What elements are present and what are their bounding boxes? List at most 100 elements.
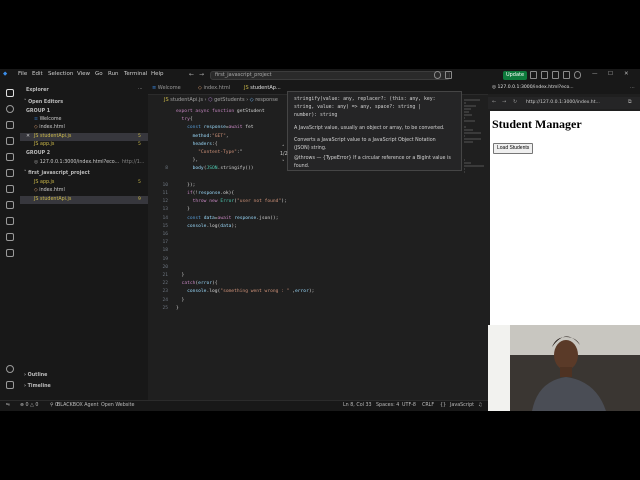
open-editor-welcome[interactable]: ≡ Welcome xyxy=(34,117,62,122)
forward-arrow-icon[interactable]: → xyxy=(199,71,204,78)
end-of-line[interactable]: CRLF xyxy=(422,403,434,408)
cursor-position[interactable]: Ln 8, Col 33 xyxy=(343,403,372,408)
source-control-icon[interactable] xyxy=(6,121,14,129)
indentation[interactable]: Spaces: 4 xyxy=(376,403,399,408)
chevron-up-icon[interactable]: ˄ xyxy=(282,145,285,151)
more-actions-icon[interactable]: ··· xyxy=(630,85,635,91)
settings-gear-icon[interactable] xyxy=(6,381,14,389)
chat-panel-icon[interactable] xyxy=(6,233,14,241)
outline-header[interactable]: › Outline xyxy=(24,373,47,378)
file-index-html[interactable]: ◇ index.html xyxy=(34,188,65,193)
open-editor-index-html[interactable]: ◇ index.html xyxy=(34,125,65,130)
forward-arrow-icon[interactable]: → xyxy=(502,99,506,105)
menu-view[interactable]: View xyxy=(77,71,90,77)
file-studentapi-js[interactable]: JS studentApi.js xyxy=(34,197,71,202)
line-number: 13 xyxy=(162,207,168,213)
menu-run[interactable]: Run xyxy=(108,71,119,77)
explorer-icon[interactable] xyxy=(6,89,14,97)
docker-icon[interactable] xyxy=(6,201,14,209)
open-editor-browser[interactable]: ◎ 127.0.0.1:3000/index.html?eco... xyxy=(34,160,119,165)
encoding[interactable]: UTF-8 xyxy=(402,403,416,408)
globe-icon: ◎ xyxy=(34,160,39,165)
project-folder-header[interactable]: ˅ first_javascript_project xyxy=(24,171,90,176)
html-file-icon: ◇ xyxy=(198,85,202,91)
warning-count: 0 xyxy=(35,403,39,408)
close-editor-icon[interactable]: ✕ xyxy=(26,134,30,139)
blackbox-icon[interactable] xyxy=(6,249,14,257)
toggle-secondary-sidebar-icon[interactable] xyxy=(552,71,559,79)
tab-index-html[interactable]: ◇ index.html xyxy=(198,85,230,91)
url-input[interactable]: http://127.0.0.1:3000/index.ht... xyxy=(526,100,600,105)
copilot-icon[interactable] xyxy=(434,71,441,79)
function-description: Converts a JavaScript value to a JavaScr… xyxy=(294,138,436,143)
remote-explorer-icon[interactable] xyxy=(6,169,14,177)
close-window-icon[interactable]: ✕ xyxy=(624,71,629,77)
line-number: 22 xyxy=(162,281,168,287)
open-editors-header[interactable]: ˅ Open Editors xyxy=(24,100,63,105)
notifications-icon[interactable]: ♫ xyxy=(478,403,482,408)
code-line: const response=await fet xyxy=(187,125,254,131)
menu-file[interactable]: File xyxy=(18,71,27,77)
timeline-header[interactable]: › Timeline xyxy=(24,384,51,389)
file-name: 127.0.0.1:3000/index.html?eco... xyxy=(39,160,120,165)
code-line: catch(error){ xyxy=(181,281,218,287)
chat-icon[interactable] xyxy=(445,71,452,79)
browser-tab-bar: ◎ 127.0.0.1:3000/index.html?eco... ··· xyxy=(488,83,640,94)
braces-icon[interactable]: {} xyxy=(440,403,446,408)
tab-welcome[interactable]: ≡ Welcome xyxy=(152,85,181,91)
open-website[interactable]: Open Website xyxy=(101,403,134,408)
update-button[interactable]: Update xyxy=(503,71,527,80)
menu-edit[interactable]: Edit xyxy=(32,71,43,77)
more-actions-icon[interactable]: ··· xyxy=(138,87,143,92)
layout-icon[interactable] xyxy=(563,71,570,79)
breadcrumb-variable[interactable]: response xyxy=(255,97,278,103)
signature-help-tooltip: stringify(value: any, replacer?: (this: … xyxy=(287,91,462,171)
remote-indicator-icon[interactable]: ⇋ xyxy=(6,403,10,408)
line-number: 8 xyxy=(165,166,168,172)
run-debug-icon[interactable] xyxy=(6,137,14,145)
load-students-button[interactable]: Load Students xyxy=(493,143,534,154)
line-number: 16 xyxy=(162,232,168,237)
errors-indicator[interactable]: ⊗ 0 △ 0 xyxy=(20,403,38,408)
menu-go[interactable]: Go xyxy=(95,71,103,77)
maximize-icon[interactable]: ☐ xyxy=(608,71,613,77)
file-app-js[interactable]: JS app.js xyxy=(34,180,54,185)
account-icon[interactable] xyxy=(6,365,14,373)
open-editor-studentapi-js[interactable]: JS studentApi.js xyxy=(34,134,71,139)
tab-label: 127.0.0.1:3000/index.html?eco... xyxy=(497,85,574,90)
back-arrow-icon[interactable]: ← xyxy=(189,71,194,78)
tab-studentapi-js[interactable]: JS studentAp... xyxy=(244,85,281,91)
database-icon[interactable] xyxy=(6,217,14,225)
explorer-sidebar: Explorer ··· ˅ Open Editors GROUP 1 ≡ We… xyxy=(20,83,149,400)
globe-icon[interactable] xyxy=(574,71,581,79)
menu-terminal[interactable]: Terminal xyxy=(124,71,147,77)
group1-label: GROUP 1 xyxy=(26,109,51,114)
toggle-sidebar-icon[interactable] xyxy=(530,71,537,79)
file-name: studentApi.js xyxy=(40,134,72,139)
search-icon[interactable] xyxy=(6,105,14,113)
vscode-file-icon: ≡ xyxy=(152,85,157,91)
function-description: (JSON) string. xyxy=(294,146,327,151)
breadcrumb-file[interactable]: studentApi.js xyxy=(170,97,203,103)
minimap-line xyxy=(464,108,471,110)
testing-icon[interactable] xyxy=(6,185,14,193)
code-line: try{ xyxy=(181,117,193,123)
command-center-search[interactable]: first_javascript_project xyxy=(210,71,450,80)
file-name: index.html xyxy=(39,188,65,193)
reload-icon[interactable]: ↻ xyxy=(513,99,517,105)
blackbox-agent[interactable]: BLACKBOX Agent xyxy=(57,403,98,408)
open-external-icon[interactable]: ⧉ xyxy=(628,99,632,105)
minimap[interactable] xyxy=(464,99,486,219)
chevron-down-icon[interactable]: ˅ xyxy=(282,160,285,166)
open-editor-app-js[interactable]: JS app.js xyxy=(34,142,54,147)
group2-label: GROUP 2 xyxy=(26,151,51,156)
toggle-panel-icon[interactable] xyxy=(541,71,548,79)
tab-browser[interactable]: ◎ 127.0.0.1:3000/index.html?eco... xyxy=(492,85,574,90)
minimize-icon[interactable]: — xyxy=(592,71,598,77)
back-arrow-icon[interactable]: ← xyxy=(492,99,496,105)
menu-help[interactable]: Help xyxy=(151,71,164,77)
language-mode[interactable]: JavaScript xyxy=(450,403,474,408)
menu-selection[interactable]: Selection xyxy=(48,71,73,77)
extensions-icon[interactable] xyxy=(6,153,14,161)
breadcrumb-function[interactable]: getStudents xyxy=(214,97,245,103)
